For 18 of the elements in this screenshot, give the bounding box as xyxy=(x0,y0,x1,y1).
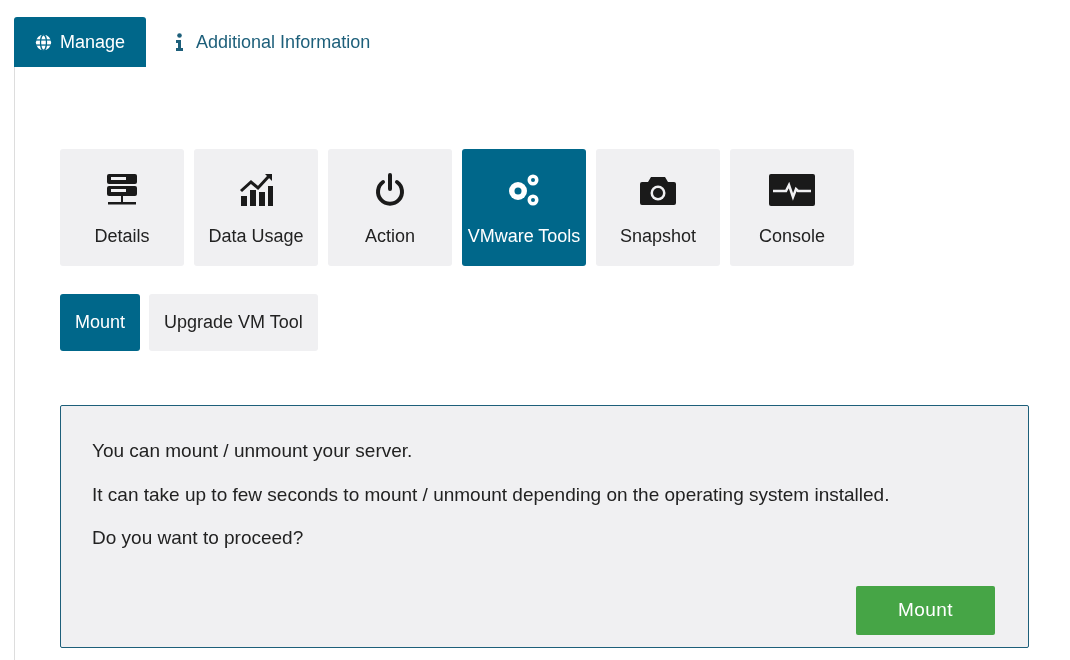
info-icon xyxy=(175,33,185,51)
tab[interactable]: Manage xyxy=(14,17,147,67)
globe-icon xyxy=(35,33,52,51)
bar-chart-icon xyxy=(238,172,274,208)
tool-tile[interactable]: Action xyxy=(328,149,452,266)
message-text: You can mount / unmount your server. xyxy=(92,439,414,463)
tool-tile[interactable]: Snapshot xyxy=(596,149,720,266)
tool-tile[interactable]: Console xyxy=(730,149,854,266)
tool-tile[interactable]: Details xyxy=(60,149,184,266)
message-text: Do you want to proceed? xyxy=(92,526,305,550)
pulse-monitor-icon xyxy=(769,174,815,206)
sub-tab[interactable]: Mount xyxy=(60,294,141,351)
sub-tab[interactable]: Upgrade VM Tool xyxy=(149,294,318,351)
message-text: It can take up to few seconds to mount / unmount depending on the operating system installed. xyxy=(92,482,891,507)
tool-tile[interactable]: Data Usage xyxy=(194,149,318,266)
tool-tile[interactable]: VMware Tools xyxy=(462,149,586,266)
server-icon xyxy=(104,172,140,208)
tab[interactable]: Additional Information xyxy=(146,17,400,67)
